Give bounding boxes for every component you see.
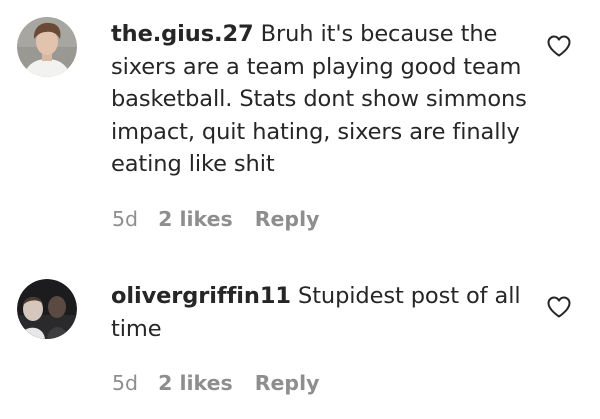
avatar[interactable]: [17, 17, 77, 77]
comment-likes[interactable]: 2 likes: [158, 207, 233, 231]
like-button[interactable]: [546, 34, 572, 58]
reply-button[interactable]: Reply: [255, 371, 320, 395]
comment-username[interactable]: olivergriffin11: [111, 283, 291, 309]
comment-item: olivergriffin11 Stupidest post of all ti…: [0, 250, 600, 419]
avatar-photo-icon: [17, 279, 77, 339]
comment-meta: 5d 2 likes Reply: [112, 371, 319, 395]
reply-button[interactable]: Reply: [255, 207, 320, 231]
comment-item: the.gius.27 Bruh it's because the sixers…: [0, 0, 600, 250]
avatar-photo-icon: [17, 17, 77, 77]
comment-body: olivergriffin11 Stupidest post of all ti…: [111, 280, 531, 345]
comment-body: the.gius.27 Bruh it's because the sixers…: [111, 18, 531, 181]
heart-outline-icon: [547, 296, 571, 318]
like-button[interactable]: [546, 295, 572, 319]
comment-username[interactable]: the.gius.27: [111, 21, 254, 47]
comment-time[interactable]: 5d: [112, 371, 138, 395]
avatar[interactable]: [17, 279, 77, 339]
comment-meta: 5d 2 likes Reply: [112, 207, 319, 231]
comment-time[interactable]: 5d: [112, 207, 138, 231]
comment-likes[interactable]: 2 likes: [158, 371, 233, 395]
heart-outline-icon: [547, 35, 571, 57]
